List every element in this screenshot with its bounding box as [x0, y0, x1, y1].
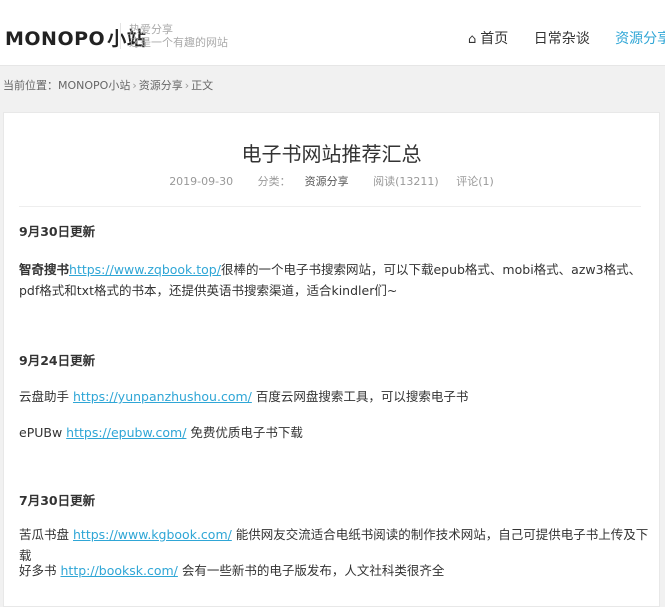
entry-name: ePUBw	[19, 425, 63, 440]
entry-description: 免费优质电子书下载	[186, 425, 303, 440]
list-item: 好多书 http://booksk.com/ 会有一些新书的电子版发布，人文社科…	[19, 560, 649, 581]
entry-link[interactable]: http://booksk.com/	[61, 563, 178, 578]
logo-text: MONOPO	[5, 28, 106, 50]
entry-name: 智奇搜书	[19, 262, 70, 277]
entry-link[interactable]: https://www.kgbook.com/	[73, 527, 232, 542]
breadcrumb-item-category[interactable]: 资源分享	[139, 79, 183, 92]
entry-link[interactable]: https://epubw.com/	[66, 425, 186, 440]
article-card: 电子书网站推荐汇总 2019-09-30 分类： 资源分享 阅读(13211) 评…	[3, 112, 660, 607]
title-divider	[19, 206, 641, 207]
nav-item-daily[interactable]: 日常杂谈	[534, 31, 590, 47]
entry-link[interactable]: https://www.zqbook.top/	[69, 262, 221, 277]
main-nav: ⌂ 首页 日常杂谈 资源分享	[468, 28, 665, 48]
home-icon: ⌂	[468, 32, 477, 47]
entry-name: 云盘助手	[19, 389, 70, 404]
category-prefix: 分类：	[257, 175, 291, 188]
breadcrumb-item-current: 正文	[191, 79, 214, 92]
site-header: MONOPO 小站 热爱分享 这是一个有趣的网站 ⌂ 首页 日常杂谈 资源分享	[0, 0, 665, 66]
list-item: 智奇搜书https://www.zqbook.top/很棒的一个电子书搜索网站，…	[19, 259, 649, 301]
nav-item-resources[interactable]: 资源分享	[615, 31, 665, 47]
section-heading: 9月30日更新	[19, 224, 96, 239]
entry-link[interactable]: https://yunpanzhushou.com/	[73, 389, 252, 404]
article-date: 2019-09-30	[169, 175, 234, 188]
entry-name: 苦瓜书盘	[19, 527, 70, 542]
article-title: 电子书网站推荐汇总	[241, 142, 422, 166]
article-views: 阅读(13211)	[373, 175, 439, 188]
chevron-right-icon: ›	[184, 79, 190, 92]
breadcrumb-prefix: 当前位置：	[3, 79, 58, 92]
breadcrumb: 当前位置：MONOPO小站 › 资源分享 › 正文	[3, 77, 213, 93]
site-tagline: 热爱分享 这是一个有趣的网站	[120, 23, 228, 49]
article-category-link[interactable]: 资源分享	[305, 175, 349, 188]
tagline-line-2: 这是一个有趣的网站	[129, 36, 228, 49]
entry-name: 好多书	[19, 563, 57, 578]
nav-item-home[interactable]: ⌂ 首页	[468, 31, 508, 47]
section-heading: 9月24日更新	[19, 353, 96, 368]
entry-description: 百度云网盘搜索工具，可以搜索电子书	[251, 389, 469, 404]
section-heading: 7月30日更新	[19, 493, 96, 508]
article-meta: 2019-09-30 分类： 资源分享 阅读(13211) 评论(1)	[4, 173, 659, 189]
entry-description: 会有一些新书的电子版发布，人文社科类很齐全	[177, 563, 445, 578]
tagline-line-1: 热爱分享	[129, 23, 173, 36]
nav-item-home-label: 首页	[480, 31, 509, 47]
chevron-right-icon: ›	[132, 79, 137, 92]
list-item: 云盘助手 https://yunpanzhushou.com/ 百度云网盘搜索工…	[19, 386, 649, 407]
list-item: ePUBw https://epubw.com/ 免费优质电子书下载	[19, 422, 649, 443]
article-comments[interactable]: 评论(1)	[456, 175, 494, 188]
breadcrumb-item-home[interactable]: MONOPO小站	[58, 79, 130, 92]
